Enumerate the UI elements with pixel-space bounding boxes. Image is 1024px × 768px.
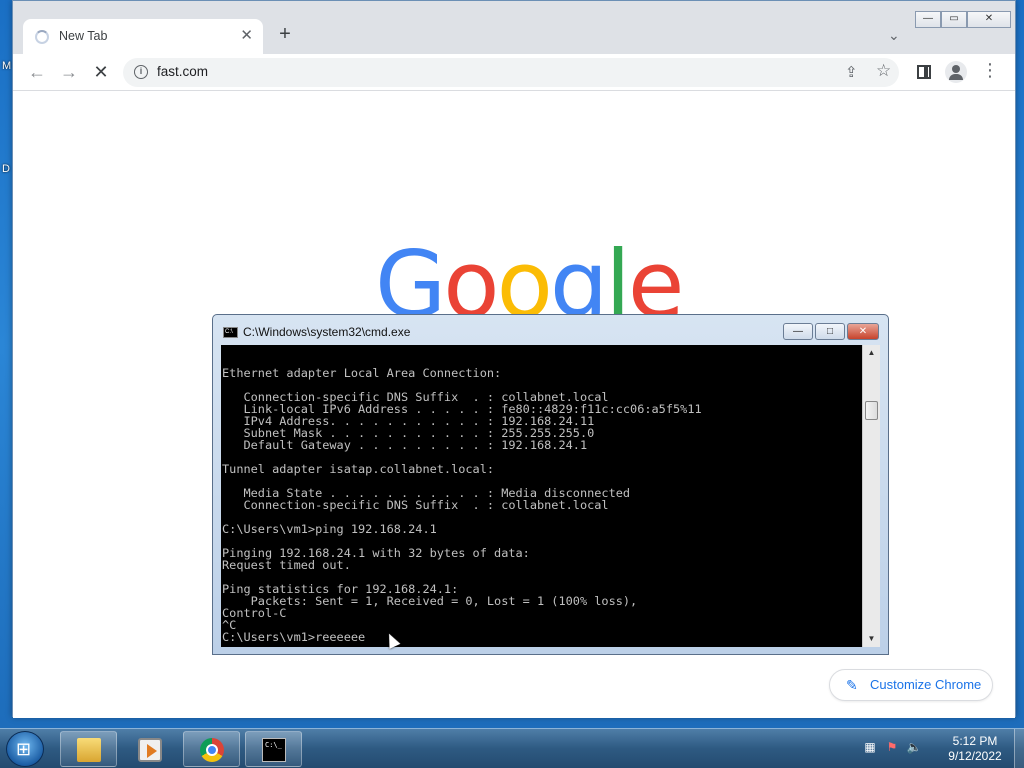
taskbar-clock[interactable]: 5:12 PM 9/12/2022 bbox=[940, 734, 1010, 764]
cmd-window-title: C:\Windows\system32\cmd.exe bbox=[243, 325, 411, 339]
taskbar-chrome-button[interactable] bbox=[183, 731, 240, 767]
console-output-area[interactable]: Ethernet adapter Local Area Connection: … bbox=[221, 345, 862, 647]
scroll-down-arrow-icon[interactable]: ▼ bbox=[863, 631, 880, 647]
tab-title: New Tab bbox=[59, 29, 108, 43]
cmd-maximize-button[interactable]: □ bbox=[815, 323, 845, 340]
chrome-menu-icon[interactable]: ⋮ bbox=[981, 60, 999, 81]
cmd-minimize-button[interactable]: — bbox=[783, 323, 813, 340]
cmd-app-icon: C:\ bbox=[223, 327, 238, 338]
media-player-icon bbox=[138, 738, 162, 762]
cmd-icon: C:\_ bbox=[262, 738, 286, 762]
cmd-titlebar[interactable]: C:\ C:\Windows\system32\cmd.exe — □ ✕ bbox=[213, 315, 888, 345]
clock-date: 9/12/2022 bbox=[948, 749, 1002, 763]
stop-loading-icon[interactable]: ✕ bbox=[89, 60, 113, 84]
profile-avatar-icon[interactable] bbox=[945, 61, 967, 83]
customize-chrome-label: Customize Chrome bbox=[870, 677, 982, 692]
show-desktop-button[interactable] bbox=[1014, 729, 1024, 768]
cmd-scrollbar[interactable]: ▲ ▼ bbox=[862, 345, 880, 647]
address-bar[interactable]: i fast.com ⇪ ☆ bbox=[123, 58, 899, 87]
bookmark-star-icon[interactable]: ☆ bbox=[876, 61, 891, 81]
close-button[interactable]: ✕ bbox=[967, 11, 1011, 28]
tab-close-icon[interactable]: ✕ bbox=[240, 26, 253, 44]
taskbar-explorer-button[interactable] bbox=[60, 731, 117, 767]
windows-logo-icon: ⊞ bbox=[16, 739, 32, 759]
chrome-icon bbox=[200, 738, 224, 762]
forward-arrow-icon[interactable]: → bbox=[57, 60, 81, 84]
taskbar: ⊞ C:\_ ▦ ⚑ 🔈 5:12 PM 9/12/2022 bbox=[0, 728, 1024, 768]
scroll-thumb[interactable] bbox=[865, 401, 878, 420]
scroll-up-arrow-icon[interactable]: ▲ bbox=[863, 345, 880, 361]
window-controls: — ▭ ✕ bbox=[915, 11, 1011, 29]
system-tray: ▦ ⚑ 🔈 bbox=[862, 739, 922, 755]
cmd-close-button[interactable]: ✕ bbox=[847, 323, 879, 340]
new-tab-button[interactable]: + bbox=[275, 23, 295, 46]
network-icon[interactable]: ▦ bbox=[862, 739, 878, 755]
volume-icon[interactable]: 🔈 bbox=[906, 739, 922, 755]
desktop-icon-label: D bbox=[2, 163, 10, 175]
taskbar-media-player-button[interactable] bbox=[121, 731, 178, 767]
tab-search-icon[interactable]: ⌄ bbox=[888, 27, 900, 44]
action-center-flag-icon[interactable]: ⚑ bbox=[884, 739, 900, 755]
cmd-window-controls: — □ ✕ bbox=[783, 323, 879, 340]
back-arrow-icon[interactable]: ← bbox=[25, 60, 49, 84]
tab-new-tab[interactable]: New Tab ✕ bbox=[23, 19, 263, 54]
console-text: Ethernet adapter Local Area Connection: … bbox=[222, 366, 702, 644]
maximize-button[interactable]: ▭ bbox=[941, 11, 967, 28]
taskbar-cmd-button[interactable]: C:\_ bbox=[245, 731, 302, 767]
pencil-icon: ✎ bbox=[846, 677, 858, 693]
site-info-icon[interactable]: i bbox=[134, 65, 148, 79]
folder-icon bbox=[77, 738, 101, 762]
minimize-button[interactable]: — bbox=[915, 11, 941, 28]
desktop-icon-label: M bbox=[2, 60, 12, 72]
cmd-window[interactable]: C:\ C:\Windows\system32\cmd.exe — □ ✕ Et… bbox=[212, 314, 889, 655]
tab-strip: New Tab ✕ + ⌄ — ▭ ✕ bbox=[13, 1, 1015, 54]
clock-time: 5:12 PM bbox=[952, 734, 998, 748]
share-icon[interactable]: ⇪ bbox=[845, 63, 858, 81]
side-panel-icon[interactable] bbox=[917, 65, 931, 79]
customize-chrome-button[interactable]: ✎ Customize Chrome bbox=[829, 669, 993, 701]
start-button[interactable]: ⊞ bbox=[6, 731, 44, 767]
url-text[interactable]: fast.com bbox=[157, 64, 208, 79]
browser-toolbar: ← → ✕ i fast.com ⇪ ☆ ⋮ bbox=[13, 54, 1015, 91]
loading-spinner-icon bbox=[35, 30, 49, 44]
